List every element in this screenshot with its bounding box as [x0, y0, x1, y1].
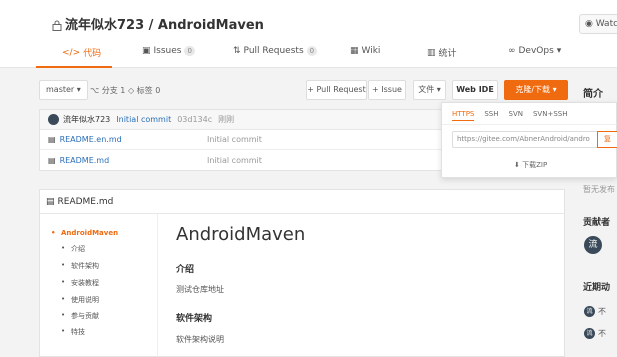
download-icon: ⬇ [514, 161, 520, 169]
tab-issues[interactable]: ▣ Issues 0 [142, 46, 195, 56]
branch-tag-info: ⌥ 分支 1 ◇ 标签 0 [90, 85, 160, 96]
activity-item[interactable]: 流 不 [584, 328, 606, 339]
readme-section-body: 测试仓库地址 [176, 285, 224, 294]
new-issue-button[interactable]: + Issue [368, 80, 406, 100]
repo-title-text: 流年似水723 / AndroidMaven [65, 18, 264, 33]
file-icon: ▤ [48, 155, 56, 165]
sidebar-intro-title: 简介 [583, 89, 603, 100]
pull-request-button[interactable]: + Pull Request [306, 80, 367, 100]
tab-wiki[interactable]: ▦ Wiki [350, 46, 380, 56]
readme-panel: ▤ README.md AndroidMaven 介绍 软件架构 安装教程 使用… [39, 189, 565, 357]
web-ide-button[interactable]: Web IDE [452, 80, 498, 100]
activity-title: 近期动 [583, 283, 611, 293]
branch-icon: ⌥ [90, 86, 100, 95]
tab-devops[interactable]: ∞ DevOps ▾ [508, 46, 561, 56]
tag-count-link[interactable]: 标签 0 [137, 86, 161, 95]
eye-icon: ◉ [585, 19, 593, 29]
readme-section-heading: 软件架构 [176, 314, 213, 324]
clone-url-field[interactable]: https://gitee.com/AbnerAndroid/andro [452, 131, 604, 148]
activity-text: 不 [598, 307, 606, 316]
no-description-text: 暂无发布 [583, 185, 615, 194]
branch-select[interactable]: master ▾ [39, 80, 88, 100]
tab-devops-label: DevOps [518, 46, 554, 56]
tab-issues-label: Issues [153, 46, 182, 56]
chevron-down-icon: ▾ [556, 46, 562, 56]
protocol-tab-svn[interactable]: SVN [509, 110, 523, 121]
watch-label: Watc [595, 19, 617, 29]
toc-item[interactable]: 安装教程 [61, 278, 99, 288]
readme-section-body: 软件架构说明 [176, 335, 224, 344]
file-commit-message[interactable]: Initial commit [207, 156, 262, 165]
tab-code[interactable]: </> 代码 [62, 46, 102, 60]
issues-icon: ▣ [142, 46, 151, 56]
readme-filename: README.md [57, 196, 114, 207]
tab-pull-requests[interactable]: ⇅ Pull Requests 0 [233, 46, 318, 56]
file-icon: ▤ [46, 196, 55, 207]
tag-icon: ◇ [127, 86, 135, 95]
tab-code-label: 代码 [83, 49, 102, 59]
commit-hash[interactable]: 03d134c [177, 115, 212, 124]
commit-author[interactable]: 流年似水723 [63, 114, 110, 125]
activity-text: 不 [598, 329, 606, 338]
file-commit-message[interactable]: Initial commit [207, 135, 262, 144]
toc-item[interactable]: 参与贡献 [61, 311, 99, 321]
toc-item[interactable]: AndroidMaven [51, 229, 118, 237]
stats-icon: ▥ [427, 47, 436, 58]
toc-item[interactable]: 特技 [61, 327, 85, 337]
readme-toc: AndroidMaven 介绍 软件架构 安装教程 使用说明 参与贡献 特技 [40, 214, 158, 357]
page: 流年似水723 / AndroidMaven ◉ Watc </> 代码 ▣ I… [0, 0, 617, 357]
toc-item[interactable]: 使用说明 [61, 295, 99, 305]
download-zip-link[interactable]: ⬇ 下载ZIP [514, 160, 547, 170]
avatar: 流 [584, 328, 595, 339]
chevron-down-icon: ▾ [76, 85, 81, 94]
repo-title[interactable]: 流年似水723 / AndroidMaven [52, 14, 264, 35]
pull-request-icon: ⇅ [233, 46, 241, 56]
wiki-icon: ▦ [350, 46, 359, 56]
protocol-tab-svn-ssh[interactable]: SVN+SSH [533, 110, 567, 121]
commit-message[interactable]: Initial commit [116, 115, 171, 124]
download-zip-label: 下载ZIP [522, 161, 548, 169]
clone-dropdown-panel: HTTPS SSH SVN SVN+SSH https://gitee.com/… [441, 102, 617, 178]
pull-requests-count-badge: 0 [306, 46, 318, 56]
tab-wiki-label: Wiki [361, 46, 381, 56]
chevron-down-icon: ▾ [436, 85, 441, 94]
devops-icon: ∞ [508, 46, 516, 56]
tab-stats[interactable]: ▥ 统计 [427, 46, 457, 60]
clone-download-label: 克隆/下载 [515, 85, 551, 94]
repo-header: 流年似水723 / AndroidMaven ◉ Watc </> 代码 ▣ I… [0, 0, 617, 68]
divider [442, 124, 617, 125]
active-tab-indicator [36, 66, 112, 68]
readme-section-heading: 介绍 [176, 265, 195, 275]
toc-item[interactable]: 软件架构 [61, 261, 99, 271]
avatar[interactable]: 流 [584, 236, 602, 254]
file-menu-label: 文件 [418, 85, 435, 94]
protocol-tabs: HTTPS SSH SVN SVN+SSH [452, 110, 567, 121]
clone-download-button[interactable]: 克隆/下载 ▾ [504, 80, 568, 100]
readme-title: AndroidMaven [176, 224, 306, 245]
tab-pull-requests-label: Pull Requests [243, 46, 304, 56]
watch-button[interactable]: ◉ Watc [579, 14, 617, 34]
copy-url-button[interactable]: 复 [597, 131, 617, 148]
file-menu-button[interactable]: 文件 ▾ [413, 80, 446, 100]
tab-stats-label: 统计 [438, 49, 457, 59]
file-icon: ▤ [48, 135, 56, 144]
code-icon: </> [62, 47, 81, 58]
avatar[interactable] [48, 114, 59, 125]
protocol-tab-https[interactable]: HTTPS [452, 110, 475, 121]
file-name[interactable]: README.en.md [60, 135, 122, 144]
branch-count-link[interactable]: 分支 1 [102, 86, 126, 95]
avatar: 流 [584, 306, 595, 317]
readme-header: ▤ README.md [40, 190, 564, 214]
toc-item[interactable]: 介绍 [61, 244, 85, 254]
commit-time: 刚刚 [218, 115, 235, 124]
issues-count-badge: 0 [184, 46, 195, 56]
lock-icon [52, 20, 62, 35]
file-name[interactable]: README.md [60, 156, 110, 165]
chevron-down-icon: ▾ [552, 85, 557, 94]
repo-nav-tabs: </> 代码 ▣ Issues 0 ⇅ Pull Requests 0 ▦ Wi… [0, 40, 617, 68]
activity-item[interactable]: 流 不 [584, 306, 606, 317]
contributors-title: 贡献者 [583, 218, 611, 228]
protocol-tab-ssh[interactable]: SSH [484, 110, 498, 121]
branch-name: master [46, 85, 75, 94]
